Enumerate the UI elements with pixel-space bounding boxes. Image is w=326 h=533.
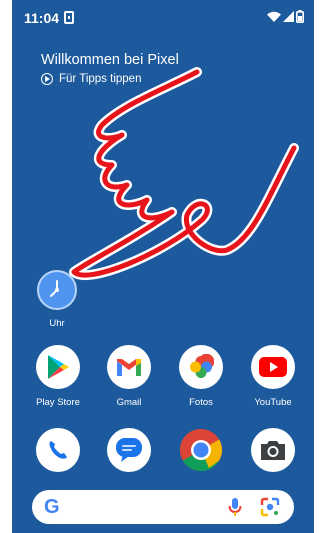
chrome-icon bbox=[179, 429, 223, 472]
microphone-icon[interactable] bbox=[228, 497, 242, 517]
google-lens-icon[interactable] bbox=[260, 497, 280, 517]
gmail-icon bbox=[107, 345, 151, 389]
dock-camera[interactable] bbox=[251, 428, 295, 472]
app-label: YouTube bbox=[254, 397, 292, 408]
app-label: Gmail bbox=[116, 397, 142, 408]
app-photos[interactable]: Fotos bbox=[171, 345, 231, 408]
app-label: Play Store bbox=[36, 397, 80, 408]
clock-label: Uhr bbox=[49, 318, 65, 329]
camera-icon bbox=[261, 441, 285, 460]
app-gmail[interactable]: Gmail bbox=[99, 345, 159, 408]
play-store-icon bbox=[36, 345, 80, 389]
red-scribble-annotation bbox=[69, 67, 299, 281]
google-logo-icon: G bbox=[44, 496, 60, 518]
clock-widget[interactable]: Uhr bbox=[35, 270, 79, 329]
dock-phone[interactable] bbox=[36, 428, 80, 472]
photos-icon bbox=[179, 345, 223, 389]
google-search-bar[interactable]: G bbox=[32, 490, 294, 524]
app-youtube[interactable]: YouTube bbox=[243, 345, 303, 408]
messages-icon bbox=[116, 438, 142, 462]
dock-messages[interactable] bbox=[107, 428, 151, 472]
app-play-store[interactable]: Play Store bbox=[28, 345, 88, 408]
dock-chrome[interactable] bbox=[179, 428, 223, 472]
home-screen: 11:04 Willkommen bei Pixel Für Tipps tip… bbox=[12, 0, 314, 533]
app-label: Fotos bbox=[189, 397, 213, 408]
clock-icon bbox=[37, 270, 77, 310]
youtube-icon bbox=[251, 345, 295, 389]
phone-icon bbox=[49, 441, 67, 459]
